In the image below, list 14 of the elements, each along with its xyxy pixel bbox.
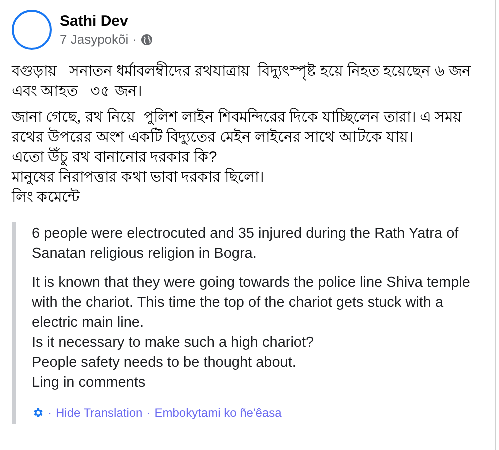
avatar[interactable] [12,10,52,50]
separator: · [146,406,151,420]
separator: · [48,406,52,420]
globe-icon [141,34,153,46]
post-paragraph: জানা গেছে, রথ নিয়ে পুলিশ লাইন শিবমন্দিরের দিকে যাচ্ছিলেন তারা। এ সময় রথের উপরের অংশ একটি বিদ্যুতের মেইন লাইনের সাথে আটকে যায়। এতো উঁচু রথ বানানোর দরকার কি? মানুষের নিরাপত্তার কথা ভাবা দরকার ছিলো। লিং কমেন্টে [12,108,464,208]
post-time[interactable]: 7 Jasypokõi [60,32,129,47]
post-paragraph: বগুড়ায় সনাতন ধর্মাবলম্বীদের রথযাত্রায় বিদ্যুৎস্পৃষ্ট হয়ে নিহত হয়েছেন ৬ জন এবং আহত ৩৫ জন। [12,62,472,102]
translated-paragraph: 6 people were electrocuted and 35 injured during the Rath Yatra of Sanatan religious religion in Bogra. [32,225,460,264]
author-name[interactable]: Sathi Dev [60,13,153,30]
translation-link[interactable]: Hide Translation [56,406,143,420]
translated-paragraph: It is known that they were going towards the police line Shiva temple with the chariot. This time the top of the chariot gets stuck with a electric main line. Is it necessary to make such a high chariot? People safety needs to be thought about. Ling in comments [32,274,472,393]
settings-icon[interactable] [32,407,44,419]
translation-link[interactable]: Embokytami ko ñe'êasa [154,406,282,420]
separator: · [132,32,137,47]
